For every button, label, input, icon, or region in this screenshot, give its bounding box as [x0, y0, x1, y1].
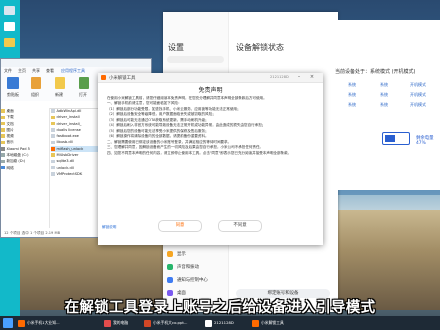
settings-item-display[interactable]: 显示: [167, 249, 224, 261]
start-icon[interactable]: [3, 318, 13, 328]
group-label-new: 新建: [55, 92, 63, 97]
app-icon: [18, 319, 25, 327]
dialog-version: 2121128D: [270, 75, 289, 79]
folder-icon: [1, 109, 5, 113]
folder-icon: [1, 121, 5, 126]
file-icon: [51, 134, 55, 138]
file-row[interactable]: VMProtectSDK: [51, 171, 103, 177]
ribbon-tab-app-tools[interactable]: 应用程序工具: [61, 68, 85, 75]
mi-unlock-icon: [252, 319, 259, 327]
agree-button[interactable]: 同意: [158, 220, 202, 232]
status-cell: 开机模式: [410, 82, 426, 87]
unlock-status-title: 设备解锁状态: [236, 43, 284, 52]
folder-icon: [51, 115, 55, 120]
desktop-folder-icon[interactable]: [2, 38, 17, 50]
file-icon: [51, 172, 55, 176]
dialog-app-title: 小米解锁工具: [109, 75, 136, 81]
status-cell: 系统: [380, 102, 388, 107]
nav-item[interactable]: 网络: [1, 165, 49, 171]
unlock-info-link[interactable]: 解锁说明: [102, 225, 116, 230]
close-icon[interactable]: ×: [308, 74, 316, 81]
folder-icon: [1, 134, 5, 138]
taskbar-item[interactable]: 小米手机1大业知...: [18, 317, 60, 329]
file-icon: [51, 128, 55, 132]
notification-icon: [167, 276, 173, 283]
navigation-pane: 桌面 下载 文档 图片 视频 音乐 Xiaomi Pad 5 本地磁盘 (C:)…: [1, 108, 50, 228]
drive-icon: [1, 159, 5, 164]
desktop-app-icon[interactable]: [2, 22, 17, 34]
dialog-heading: 免责声明: [198, 87, 223, 94]
disagree-button[interactable]: 不同意: [218, 220, 262, 232]
move-icon[interactable]: [31, 77, 41, 89]
desktop-icon: [167, 289, 173, 296]
battery-icon: [382, 132, 410, 145]
file-list: AdbWinApi.dll driver_install driver_inst…: [51, 108, 103, 228]
group-label-organize: 组织: [31, 92, 39, 97]
computer-icon: [104, 319, 111, 327]
group-label-clipboard: 剪贴板: [7, 92, 19, 97]
status-cell: 系统: [348, 82, 356, 87]
taskbar-item-active[interactable]: 小米解锁工具: [252, 317, 284, 329]
device-mode-heading: 当前设备处于：系统模式 (开机模式): [335, 69, 416, 75]
status-cell: 开机模式: [410, 92, 426, 97]
disclaimer-text: 在使用小米解锁工具前，请您仔细阅读本免责声明，在您充分理解并同意本声明全部条款后…: [107, 96, 315, 218]
folder-icon: [1, 128, 5, 132]
disclaimer-paragraph: 四、如您不同意本声明的任何内容，请立即停止使用本工具。点击"同意"即表示您已充分…: [107, 150, 292, 155]
battery-level-fill: [385, 135, 396, 142]
display-icon: [167, 250, 173, 257]
group-label-open: 打开: [79, 92, 87, 97]
unlock-tool-status-window: 当前设备处于：系统模式 (开机模式) 系统 系统 开机模式 系统 系统 开机模式…: [330, 20, 440, 190]
settings-search-input[interactable]: [167, 56, 224, 63]
settings-item-notifications[interactable]: 通知与控制中心: [167, 275, 224, 287]
ribbon-tab-file[interactable]: 文件: [4, 68, 12, 75]
taskbar-item[interactable]: 小米手机大co.ppt...: [144, 317, 187, 329]
recycle-bin-icon[interactable]: [2, 6, 17, 18]
settings-item-sound[interactable]: 声音和振动: [167, 262, 224, 274]
app-icon: [51, 147, 55, 151]
file-icon: [51, 140, 55, 145]
status-cell: 系统: [380, 82, 388, 87]
sound-icon: [167, 263, 173, 270]
ribbon-tab-share[interactable]: 共享: [32, 68, 40, 75]
new-folder-icon[interactable]: [55, 77, 65, 89]
properties-icon[interactable]: [79, 77, 89, 89]
file-icon: [51, 165, 55, 170]
folder-icon: [1, 115, 5, 120]
folder-icon: [51, 153, 55, 157]
status-cell: 系统: [380, 92, 388, 97]
status-cell: 系统: [348, 92, 356, 97]
pin-icon[interactable]: [7, 77, 19, 89]
device-window-icon: [205, 319, 212, 327]
network-icon: [1, 165, 5, 170]
dialog-titlebar[interactable]: 小米解锁工具 2121128D – ×: [98, 73, 323, 83]
file-icon: [51, 159, 55, 164]
ribbon-tab-view[interactable]: 查看: [46, 68, 54, 75]
taskbar-item[interactable]: 我的电脑: [104, 317, 128, 329]
explorer-titlebar[interactable]: [1, 59, 151, 67]
drive-icon: [1, 153, 5, 157]
folder-icon: [51, 121, 55, 126]
disclaimer-dialog: 小米解锁工具 2121128D – × 免责声明 在使用小米解锁工具前，请您仔细…: [98, 73, 323, 245]
battery-text: 剩余电量47%: [416, 136, 434, 146]
mi-logo-icon: [101, 75, 106, 80]
taskbar-item[interactable]: 2121128D: [205, 317, 234, 329]
folder-icon: [1, 140, 5, 145]
status-cell: 系统: [348, 102, 356, 107]
minimize-icon[interactable]: –: [295, 74, 303, 81]
file-icon: [51, 109, 55, 113]
settings-title: 设置: [168, 43, 184, 52]
tablet-icon: [1, 147, 5, 151]
powerpoint-icon: [144, 319, 151, 327]
status-cell: 开机模式: [410, 102, 426, 107]
ribbon-tab-home[interactable]: 主页: [18, 68, 26, 75]
video-subtitle: 在解锁工具登录上账号之后给设备进入引导模式: [64, 300, 376, 316]
